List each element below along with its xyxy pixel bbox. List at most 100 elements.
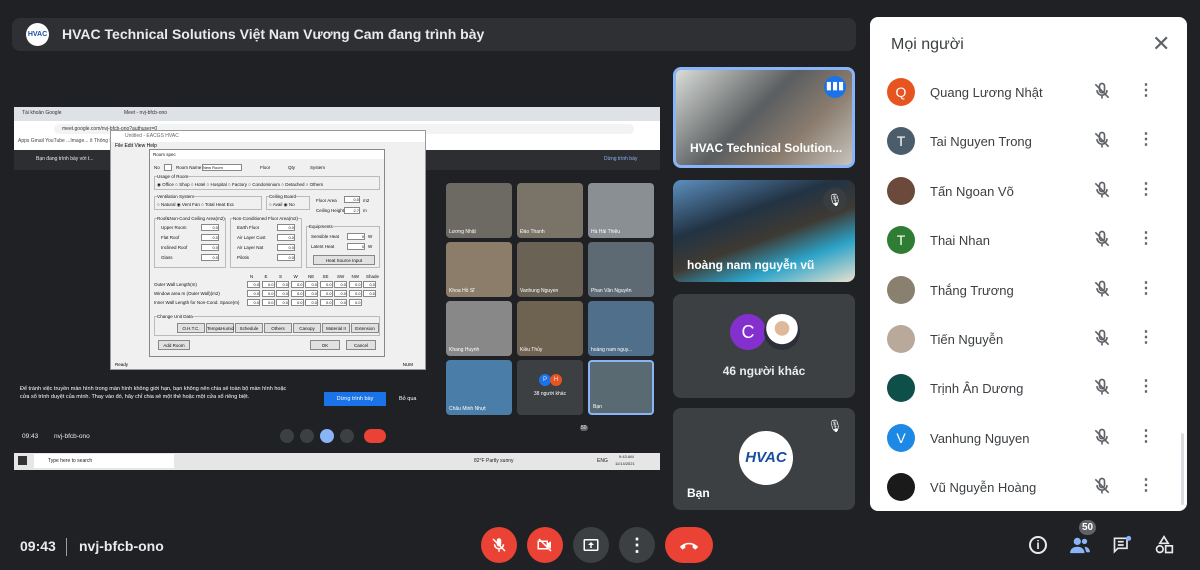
area-field[interactable]: 0.0 (277, 244, 295, 251)
windows-start-icon[interactable] (18, 456, 27, 465)
more-options-icon[interactable]: ⋮ (1138, 376, 1154, 396)
browser-tab[interactable]: Tài khoản Google (22, 110, 61, 116)
unit-data-button[interactable]: Material II (322, 323, 350, 333)
unit-data-button[interactable]: O.H.T.C. (177, 323, 205, 333)
stop-presenting-link[interactable]: Dừng trình bày (604, 156, 637, 162)
unit-data-button[interactable]: Extension (351, 323, 379, 333)
self-tile[interactable]: 🎙 HVAC Bạn (673, 408, 855, 510)
participant-row[interactable]: T Thai Nhan ⋮ (870, 220, 1170, 260)
wall-value-field[interactable]: 0.0 (261, 290, 275, 297)
mic-toggle-button[interactable] (481, 527, 517, 563)
speaker-tile[interactable]: ▮▮▮ HVAC Technical Solution... (673, 67, 855, 168)
ventilation-options[interactable]: ○ Natural ◉ Vent Fan ○ Total Heat Exc (157, 202, 234, 208)
wall-value-field[interactable]: 0.0 (305, 281, 318, 288)
room-name-field[interactable]: New Room (202, 164, 242, 171)
inner-end-call-button[interactable] (364, 429, 386, 443)
mic-off-icon[interactable] (1092, 328, 1112, 348)
participant-thumbnail[interactable]: Kiều Thủy (517, 301, 583, 356)
participant-tile[interactable]: 🎙 hoàng nam nguyễn vũ (673, 180, 855, 282)
heat-source-input-button[interactable]: Heat Source Input (313, 255, 375, 265)
participant-thumbnail[interactable]: Hà Hải Thiệu (588, 183, 654, 238)
participant-thumbnail[interactable]: hoàng nam nguy... (588, 301, 654, 356)
wall-value-field[interactable]: 0.0 (290, 299, 304, 306)
area-field[interactable]: 0.0 (201, 224, 219, 231)
participant-thumbnail[interactable]: Châu Minh Nhựt (446, 360, 512, 415)
participant-thumbnail[interactable]: Khoa Hồ Sĩ (446, 242, 512, 297)
participant-row[interactable]: T Tai Nguyen Trong ⋮ (870, 121, 1170, 161)
taskbar-search[interactable]: Type here to search (34, 454, 174, 468)
wall-value-field[interactable]: 0.0 (334, 281, 347, 288)
participant-thumbnail[interactable]: Khang Huynh (446, 301, 512, 356)
mic-off-icon[interactable] (1092, 427, 1112, 447)
participant-thumbnail[interactable]: Đào Thanh (517, 183, 583, 238)
skip-button[interactable]: Bỏ qua (399, 396, 416, 402)
participant-row[interactable]: Thắng Trương ⋮ (870, 270, 1170, 310)
participant-thumbnail[interactable]: Vanhung Nguyen (517, 242, 583, 297)
more-options-icon[interactable]: ⋮ (1138, 129, 1154, 149)
mic-off-icon[interactable] (1092, 377, 1112, 397)
more-options-icon[interactable]: ⋮ (1138, 278, 1154, 298)
inner-present-button[interactable] (320, 429, 334, 443)
no-field[interactable] (164, 164, 172, 171)
wall-value-field[interactable]: 0.0 (247, 281, 260, 288)
participant-row[interactable]: Tiến Nguyễn ⋮ (870, 319, 1170, 359)
participant-thumbnail[interactable]: Lương Nhật (446, 183, 512, 238)
wall-value-field[interactable]: 0.0 (319, 299, 333, 306)
ceiling-board-options[interactable]: ○ Avail ◉ No (269, 202, 295, 208)
add-room-button[interactable]: Add Room (158, 340, 190, 350)
meeting-info-button[interactable]: i (1025, 532, 1051, 558)
participant-row[interactable]: Tấn Ngoan Võ ⋮ (870, 171, 1170, 211)
more-options-icon[interactable]: ⋮ (1138, 80, 1154, 100)
mic-off-icon[interactable] (1092, 81, 1112, 101)
wall-value-field[interactable]: 0.0 (363, 281, 376, 288)
mic-off-icon[interactable] (1092, 476, 1112, 496)
more-options-icon[interactable]: ⋮ (1138, 327, 1154, 347)
area-field[interactable]: 0.0 (201, 234, 219, 241)
others-tile[interactable]: C 46 người khác (673, 294, 855, 398)
wall-value-field[interactable]: 0.0 (334, 299, 347, 306)
wall-value-field[interactable]: 0.0 (276, 281, 289, 288)
activities-button[interactable] (1151, 532, 1177, 558)
participant-row[interactable]: V Vanhung Nguyen ⋮ (870, 418, 1170, 458)
participant-row[interactable]: Trịnh Ân Dương ⋮ (870, 368, 1170, 408)
inner-mic-button[interactable] (280, 429, 294, 443)
participant-thumbnail[interactable]: P H 38 người khác (517, 360, 583, 415)
stop-presenting-button[interactable]: Dừng trình bày (324, 392, 386, 406)
inner-more-button[interactable] (340, 429, 354, 443)
wall-value-field[interactable]: 0.0 (247, 290, 260, 297)
area-field[interactable]: 0.0 (277, 254, 295, 261)
present-button[interactable] (573, 527, 609, 563)
unit-data-button[interactable]: Temp&Humid (206, 323, 234, 333)
wall-value-field[interactable]: 0.0 (334, 290, 347, 297)
wall-value-field[interactable]: 0.0 (290, 281, 304, 288)
mic-off-icon[interactable] (1092, 229, 1112, 249)
equipment-field[interactable]: 0 (347, 243, 365, 250)
unit-data-button[interactable]: Others (264, 323, 292, 333)
wall-value-field[interactable]: 0.0 (348, 281, 362, 288)
camera-toggle-button[interactable] (527, 527, 563, 563)
wall-value-field[interactable]: 0.0 (276, 290, 289, 297)
end-call-button[interactable] (665, 527, 713, 563)
unit-data-button[interactable]: Schedule (235, 323, 263, 333)
more-options-icon[interactable]: ⋮ (1138, 228, 1154, 248)
wall-value-field[interactable]: 0.0 (290, 290, 304, 297)
participant-thumbnail[interactable]: Bạn (588, 360, 654, 415)
area-field[interactable]: 0.0 (201, 254, 219, 261)
floor-area-field[interactable]: 0.0 (344, 196, 360, 203)
mic-off-icon[interactable] (1092, 130, 1112, 150)
participant-thumbnail[interactable]: Phan Văn Nguyên (588, 242, 654, 297)
more-options-button[interactable]: ⋮ (619, 527, 655, 563)
area-field[interactable]: 0.0 (201, 244, 219, 251)
wall-value-field[interactable]: 0.0 (319, 290, 333, 297)
mic-off-icon[interactable] (1092, 279, 1112, 299)
ceiling-height-field[interactable]: 2.7 (344, 207, 360, 214)
panel-scrollbar[interactable] (1181, 433, 1184, 505)
usage-options[interactable]: ◉ Office ○ Shop ○ Hotel ○ Hospital ○ Fac… (157, 182, 323, 188)
more-options-icon[interactable]: ⋮ (1138, 426, 1154, 446)
wall-value-field[interactable]: 0.0 (247, 299, 260, 306)
more-options-icon[interactable]: ⋮ (1138, 475, 1154, 495)
more-options-icon[interactable]: ⋮ (1138, 179, 1154, 199)
wall-value-field[interactable]: 0.0 (319, 281, 333, 288)
chat-button[interactable] (1109, 532, 1135, 558)
wall-value-field[interactable]: 0.0 (348, 299, 362, 306)
